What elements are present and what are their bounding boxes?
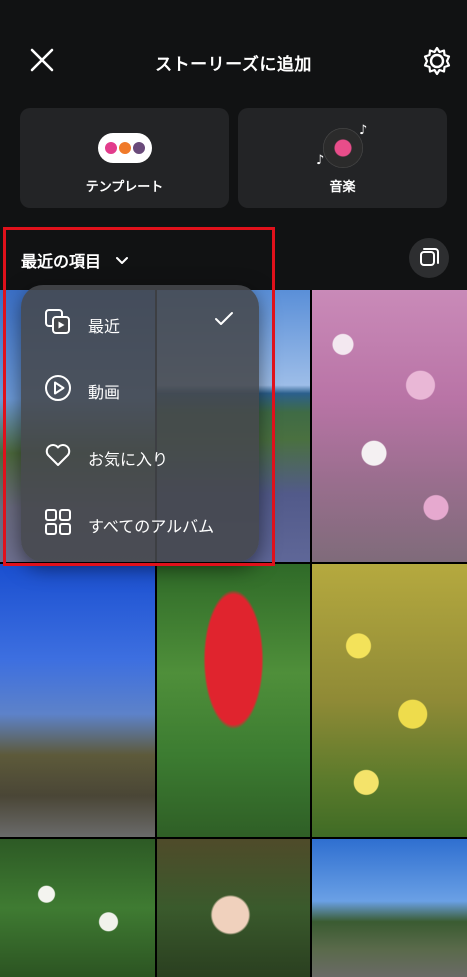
media-thumbnail[interactable] [312, 564, 467, 837]
media-thumbnail[interactable] [312, 290, 467, 562]
story-options: テンプレート ♪ ♪ 音楽 [0, 108, 467, 228]
template-card[interactable]: テンプレート [20, 108, 229, 208]
template-label: テンプレート [85, 180, 164, 195]
page-title: ストーリーズに追加 [155, 55, 312, 75]
media-thumbnail[interactable] [312, 839, 467, 977]
music-note-icon: ♪ [359, 123, 368, 138]
media-thumbnail[interactable] [0, 564, 155, 837]
music-card[interactable]: ♪ ♪ 音楽 [238, 108, 447, 208]
media-thumbnail[interactable] [157, 839, 310, 977]
media-thumbnail[interactable] [0, 839, 155, 977]
template-icon [98, 133, 152, 163]
music-label: 音楽 [329, 180, 356, 195]
media-thumbnail[interactable] [157, 564, 310, 837]
gear-icon[interactable] [420, 44, 454, 78]
music-note-icon: ♪ [316, 153, 325, 168]
multi-select-icon[interactable] [409, 238, 449, 278]
highlight-box [3, 227, 275, 566]
top-bar: ストーリーズに追加 [0, 0, 467, 108]
music-disc-icon [323, 128, 363, 168]
